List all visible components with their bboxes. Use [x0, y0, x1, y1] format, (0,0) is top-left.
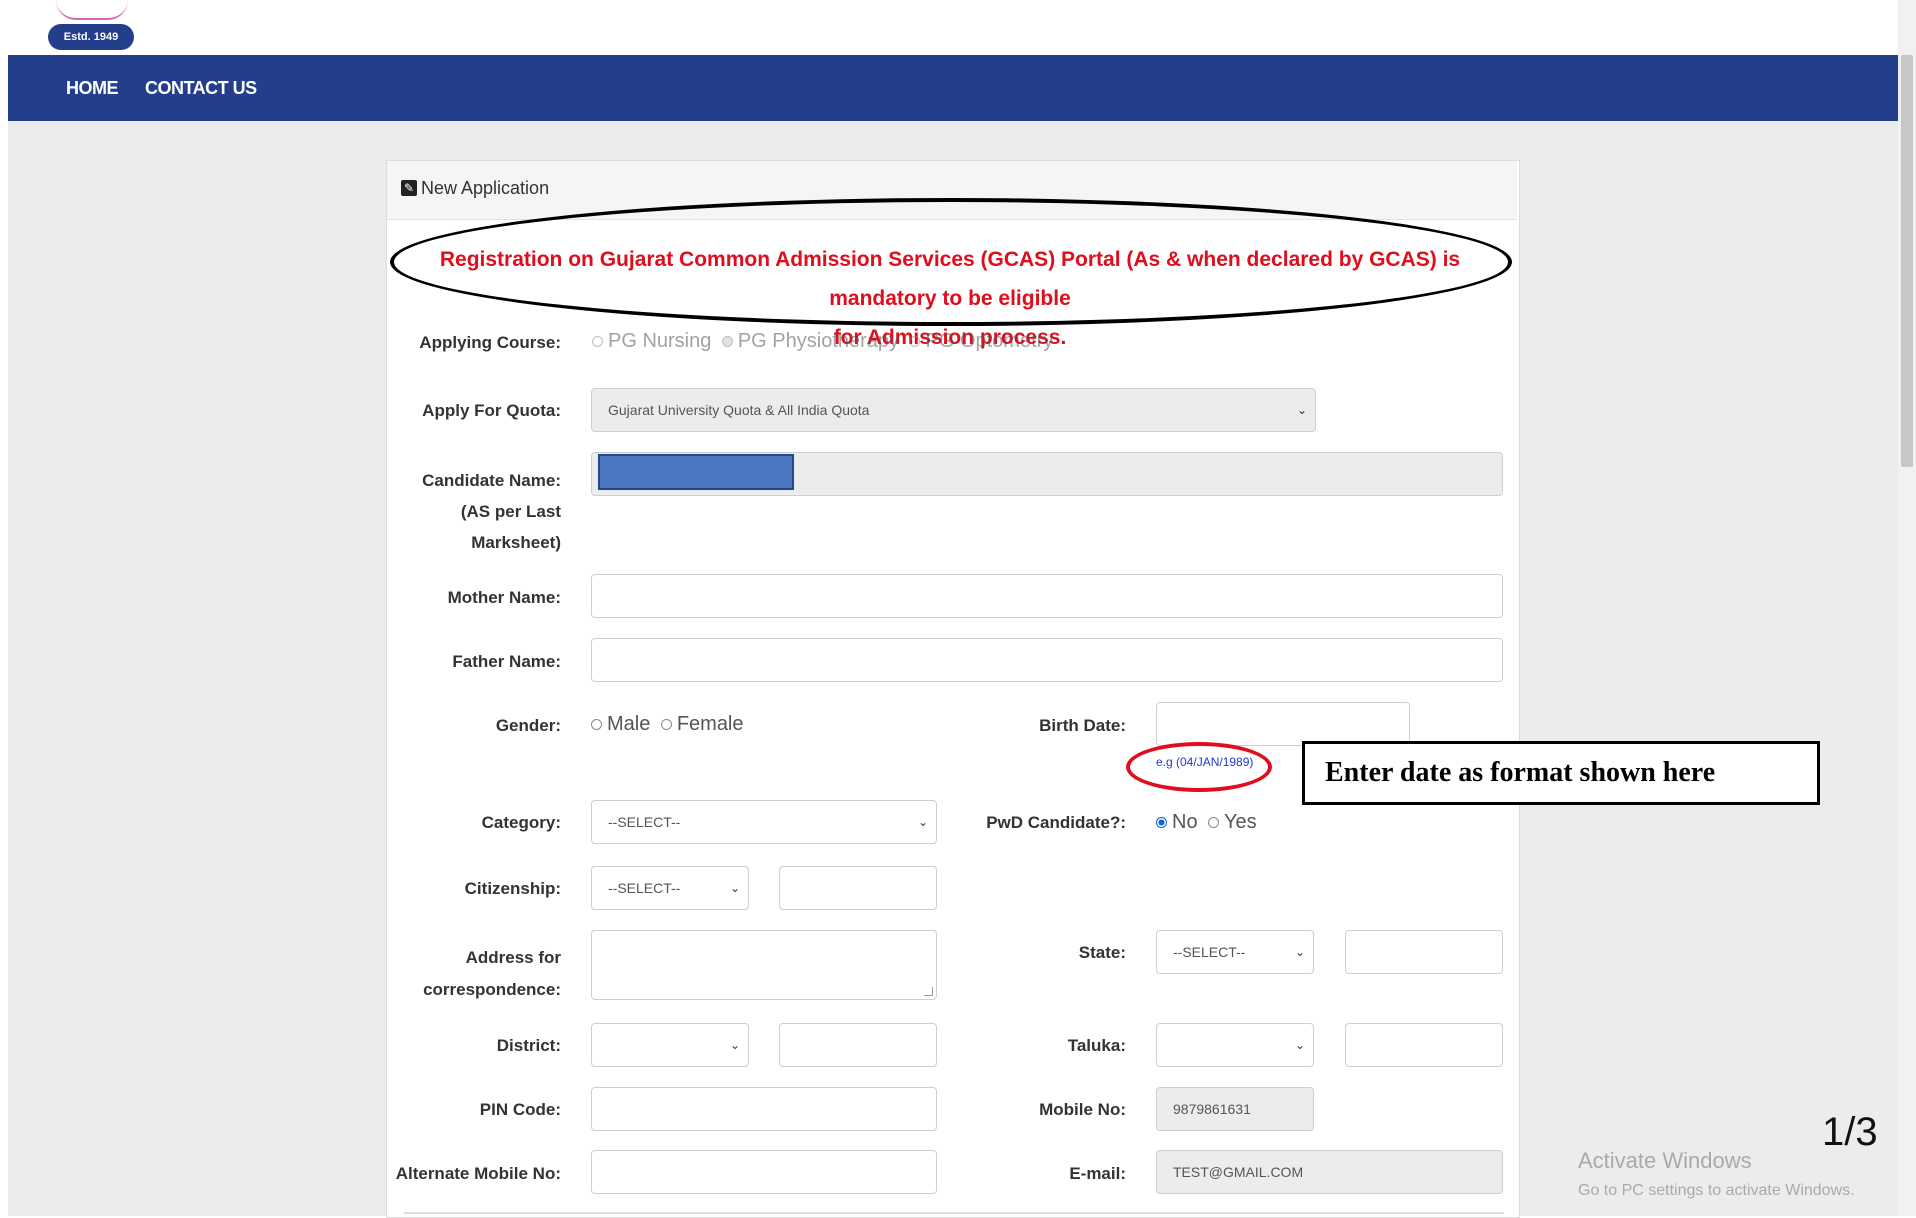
- district-label: District:: [496, 1036, 561, 1055]
- hint-highlight-ellipse: [1126, 742, 1272, 792]
- alternate-mobile-input[interactable]: [591, 1150, 937, 1194]
- mobile-input[interactable]: 9879861631: [1156, 1087, 1314, 1131]
- mobile-value: 9879861631: [1173, 1101, 1251, 1117]
- scrollbar-thumb[interactable]: [1901, 55, 1913, 467]
- notice-highlight-ellipse: [390, 198, 1512, 326]
- candidate-label-line: (AS per Last: [460, 502, 561, 521]
- address-label-line: correspondence:: [423, 980, 561, 999]
- candidate-name-label: Candidate Name: (AS per Last Marksheet): [380, 465, 561, 558]
- pwd-option-label: Yes: [1224, 811, 1257, 833]
- alternate-mobile-label: Alternate Mobile No:: [395, 1164, 561, 1183]
- resize-grip-icon[interactable]: [924, 987, 933, 996]
- activate-windows-subtitle: Go to PC settings to activate Windows.: [1578, 1182, 1855, 1199]
- panel-title: New Application: [421, 178, 550, 198]
- father-name-label: Father Name:: [452, 652, 561, 671]
- course-radio-pg-nursing[interactable]: [592, 336, 603, 347]
- pwd-label: PwD Candidate?:: [986, 813, 1126, 832]
- pwd-radio-group: No Yes: [1156, 811, 1263, 834]
- chevron-down-icon: ⌄: [729, 881, 740, 895]
- citizenship-select-value: --SELECT--: [608, 880, 681, 896]
- gender-option-label: Male: [607, 713, 651, 735]
- taluka-other-input[interactable]: [1345, 1023, 1503, 1067]
- category-select[interactable]: --SELECT-- ⌄: [591, 800, 937, 844]
- pwd-radio-yes[interactable]: [1208, 817, 1220, 828]
- candidate-label-line: Candidate Name:: [422, 471, 561, 490]
- nav-contact-us[interactable]: CONTACT US: [145, 55, 257, 121]
- quota-select-value: Gujarat University Quota & All India Quo…: [608, 402, 870, 418]
- birth-date-label: Birth Date:: [1039, 716, 1126, 735]
- candidate-label-line: Marksheet): [471, 533, 561, 552]
- mother-name-label: Mother Name:: [447, 588, 561, 607]
- gender-radio-female[interactable]: [660, 719, 672, 730]
- chevron-down-icon: ⌄: [729, 1038, 740, 1052]
- mobile-label: Mobile No:: [1039, 1100, 1126, 1119]
- email-value: TEST@GMAIL.COM: [1173, 1164, 1304, 1180]
- navbar: HOME CONTACT US: [8, 55, 1898, 121]
- annotation-callout: Enter date as format shown here: [1302, 741, 1820, 805]
- citizenship-select[interactable]: --SELECT-- ⌄: [591, 866, 749, 910]
- citizenship-other-input[interactable]: [779, 866, 937, 910]
- course-radio-pg-physiotherapy[interactable]: [721, 336, 733, 347]
- pin-code-label: PIN Code:: [479, 1100, 561, 1119]
- address-label-line: Address for: [465, 948, 561, 967]
- gender-radio-male[interactable]: [591, 719, 602, 730]
- gender-label: Gender:: [495, 716, 561, 735]
- logo-badge: Estd. 1949: [48, 24, 134, 50]
- state-select[interactable]: --SELECT-- ⌄: [1156, 930, 1314, 974]
- pwd-radio-no[interactable]: [1156, 817, 1167, 828]
- course-option-label: PG Nursing: [608, 330, 712, 352]
- citizenship-label: Citizenship:: [464, 879, 561, 898]
- birth-date-input[interactable]: [1156, 702, 1410, 746]
- panel-divider: [404, 1212, 1504, 1214]
- state-select-value: --SELECT--: [1173, 944, 1246, 960]
- email-input[interactable]: TEST@GMAIL.COM: [1156, 1150, 1503, 1194]
- category-label: Category:: [481, 813, 561, 832]
- activate-windows-title: Activate Windows: [1578, 1148, 1752, 1173]
- chevron-down-icon: ⌄: [1294, 1038, 1305, 1052]
- gender-radio-group: Male Female: [591, 713, 750, 736]
- state-other-input[interactable]: [1345, 930, 1503, 974]
- taluka-label: Taluka:: [1067, 1036, 1126, 1055]
- district-select[interactable]: ⌄: [591, 1023, 749, 1067]
- chevron-down-icon: ⌄: [1294, 945, 1305, 959]
- applying-course-label: Applying Course:: [419, 333, 561, 352]
- gender-option-label: Female: [676, 713, 744, 735]
- taluka-select[interactable]: ⌄: [1156, 1023, 1314, 1067]
- course-option-label: PG Physiotherapy: [737, 330, 900, 352]
- course-option-label: PG Optometry: [925, 330, 1054, 352]
- chevron-down-icon: ⌄: [917, 815, 928, 829]
- category-select-value: --SELECT--: [608, 814, 681, 830]
- address-label: Address for correspondence:: [380, 942, 561, 1006]
- pin-code-input[interactable]: [591, 1087, 937, 1131]
- father-name-input[interactable]: [591, 638, 1503, 682]
- chevron-down-icon: ⌄: [1296, 403, 1307, 417]
- nav-home[interactable]: HOME: [66, 55, 119, 121]
- quota-label: Apply For Quota:: [422, 401, 561, 420]
- course-radio-pg-optometry[interactable]: [909, 336, 921, 347]
- logo-arc: [56, 0, 128, 20]
- edit-icon: ✎: [401, 180, 417, 196]
- email-label: E-mail:: [1069, 1164, 1126, 1183]
- mother-name-input[interactable]: [591, 574, 1503, 618]
- district-other-input[interactable]: [779, 1023, 937, 1067]
- redacted-name-block: [598, 454, 794, 490]
- address-textarea[interactable]: [591, 930, 937, 1000]
- page-indicator: 1/3: [1822, 1110, 1878, 1154]
- quota-select[interactable]: Gujarat University Quota & All India Quo…: [591, 388, 1316, 432]
- course-radio-group: PG Nursing PG Physiotherapy PG Optometry: [592, 330, 1059, 353]
- state-label: State:: [1078, 943, 1126, 962]
- pwd-option-label: No: [1172, 811, 1198, 833]
